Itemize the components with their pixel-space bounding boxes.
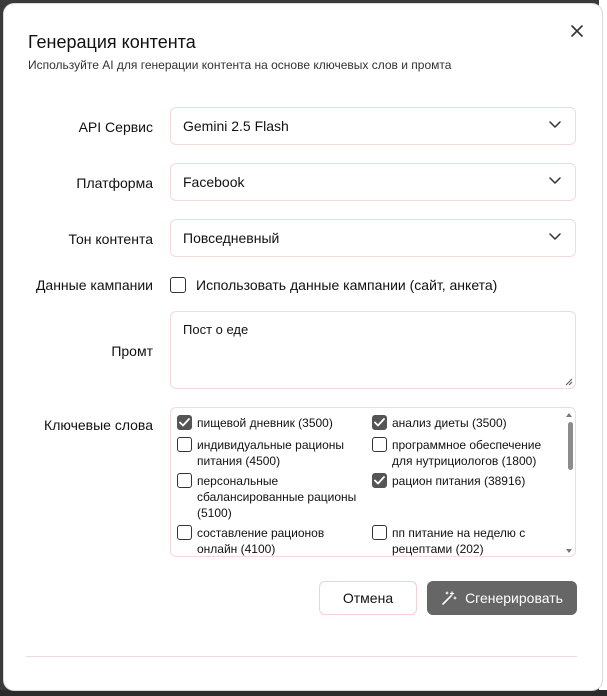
- keywords-list[interactable]: пищевой дневник (3500) анализ диеты (350…: [170, 407, 576, 557]
- check-icon: [374, 476, 385, 485]
- checkbox[interactable]: [177, 437, 192, 452]
- campaign-data-label: Данные кампании: [35, 277, 153, 293]
- checkbox[interactable]: [372, 525, 387, 540]
- chevron-down-icon: [549, 121, 561, 128]
- keyword-item[interactable]: персональные сбалансированные рационы (5…: [177, 473, 362, 521]
- checkbox[interactable]: [170, 277, 186, 293]
- keyword-item[interactable]: пищевой дневник (3500): [177, 415, 362, 431]
- close-icon: [571, 25, 583, 37]
- api-service-value: Gemini 2.5 Flash: [183, 118, 289, 134]
- checkbox[interactable]: [177, 525, 192, 540]
- chevron-down-icon: [549, 233, 561, 240]
- checkbox-checked[interactable]: [177, 415, 192, 430]
- tone-label: Тон контента: [68, 231, 153, 247]
- scroll-down-icon[interactable]: [565, 548, 573, 554]
- campaign-data-checkbox[interactable]: Использовать данные кампании (сайт, анке…: [170, 277, 497, 293]
- keyword-label: персональные сбалансированные рационы (5…: [197, 474, 357, 520]
- tone-value: Повседневный: [183, 230, 280, 246]
- check-icon: [374, 418, 385, 427]
- magic-wand-icon: [442, 591, 457, 605]
- generate-button-label: Сгенерировать: [465, 590, 563, 606]
- generate-content-dialog: Генерация контента Используйте AI для ге…: [4, 4, 602, 690]
- generate-button[interactable]: Сгенерировать: [427, 581, 577, 615]
- keyword-item[interactable]: рацион питания (38916): [372, 473, 557, 489]
- api-service-select[interactable]: Gemini 2.5 Flash: [170, 107, 576, 145]
- campaign-data-checkbox-label: Использовать данные кампании (сайт, анке…: [196, 277, 498, 293]
- keyword-label: рацион питания (38916): [392, 474, 526, 488]
- keyword-item[interactable]: пп питание на неделю с рецептами (202): [372, 525, 557, 556]
- keyword-label: пищевой дневник (3500): [197, 416, 333, 430]
- resize-handle-icon[interactable]: [564, 377, 573, 386]
- footer-divider: [26, 656, 577, 657]
- checkbox-checked[interactable]: [372, 415, 387, 430]
- keyword-item[interactable]: анализ диеты (3500): [372, 415, 557, 431]
- checkbox[interactable]: [372, 437, 387, 452]
- scroll-thumb[interactable]: [568, 422, 573, 470]
- checkbox[interactable]: [177, 473, 192, 488]
- keyword-item[interactable]: составление рационов онлайн (4100): [177, 525, 362, 556]
- close-button[interactable]: [566, 20, 588, 42]
- keyword-label: составление рационов онлайн (4100): [197, 526, 325, 556]
- keywords-label: Ключевые слова: [44, 417, 153, 433]
- keyword-item[interactable]: индивидуальные рационы питания (4500): [177, 437, 362, 469]
- platform-select[interactable]: Facebook: [170, 163, 576, 201]
- tone-select[interactable]: Повседневный: [170, 219, 576, 257]
- keyword-item[interactable]: программное обеспечение для нутрициолого…: [372, 437, 557, 469]
- keyword-label: индивидуальные рационы питания (4500): [197, 438, 345, 468]
- platform-label: Платформа: [76, 175, 153, 191]
- prompt-value: Пост о еде: [183, 322, 249, 337]
- dialog-subtitle: Используйте AI для генерации контента на…: [28, 58, 452, 72]
- api-service-label: API Сервис: [78, 119, 153, 135]
- keyword-label: анализ диеты (3500): [392, 416, 507, 430]
- dialog-title: Генерация контента: [28, 32, 196, 52]
- cancel-button[interactable]: Отмена: [319, 581, 417, 615]
- prompt-textarea[interactable]: Пост о еде: [170, 311, 576, 389]
- checkbox-checked[interactable]: [372, 473, 387, 488]
- background-overlay-bottom: [0, 690, 607, 696]
- chevron-down-icon: [549, 177, 561, 184]
- scroll-up-icon[interactable]: [565, 412, 573, 418]
- keyword-label: пп питание на неделю с рецептами (202): [392, 526, 526, 556]
- prompt-label: Промт: [111, 343, 153, 359]
- platform-value: Facebook: [183, 174, 245, 190]
- check-icon: [179, 418, 190, 427]
- keyword-label: программное обеспечение для нутрициолого…: [392, 438, 542, 468]
